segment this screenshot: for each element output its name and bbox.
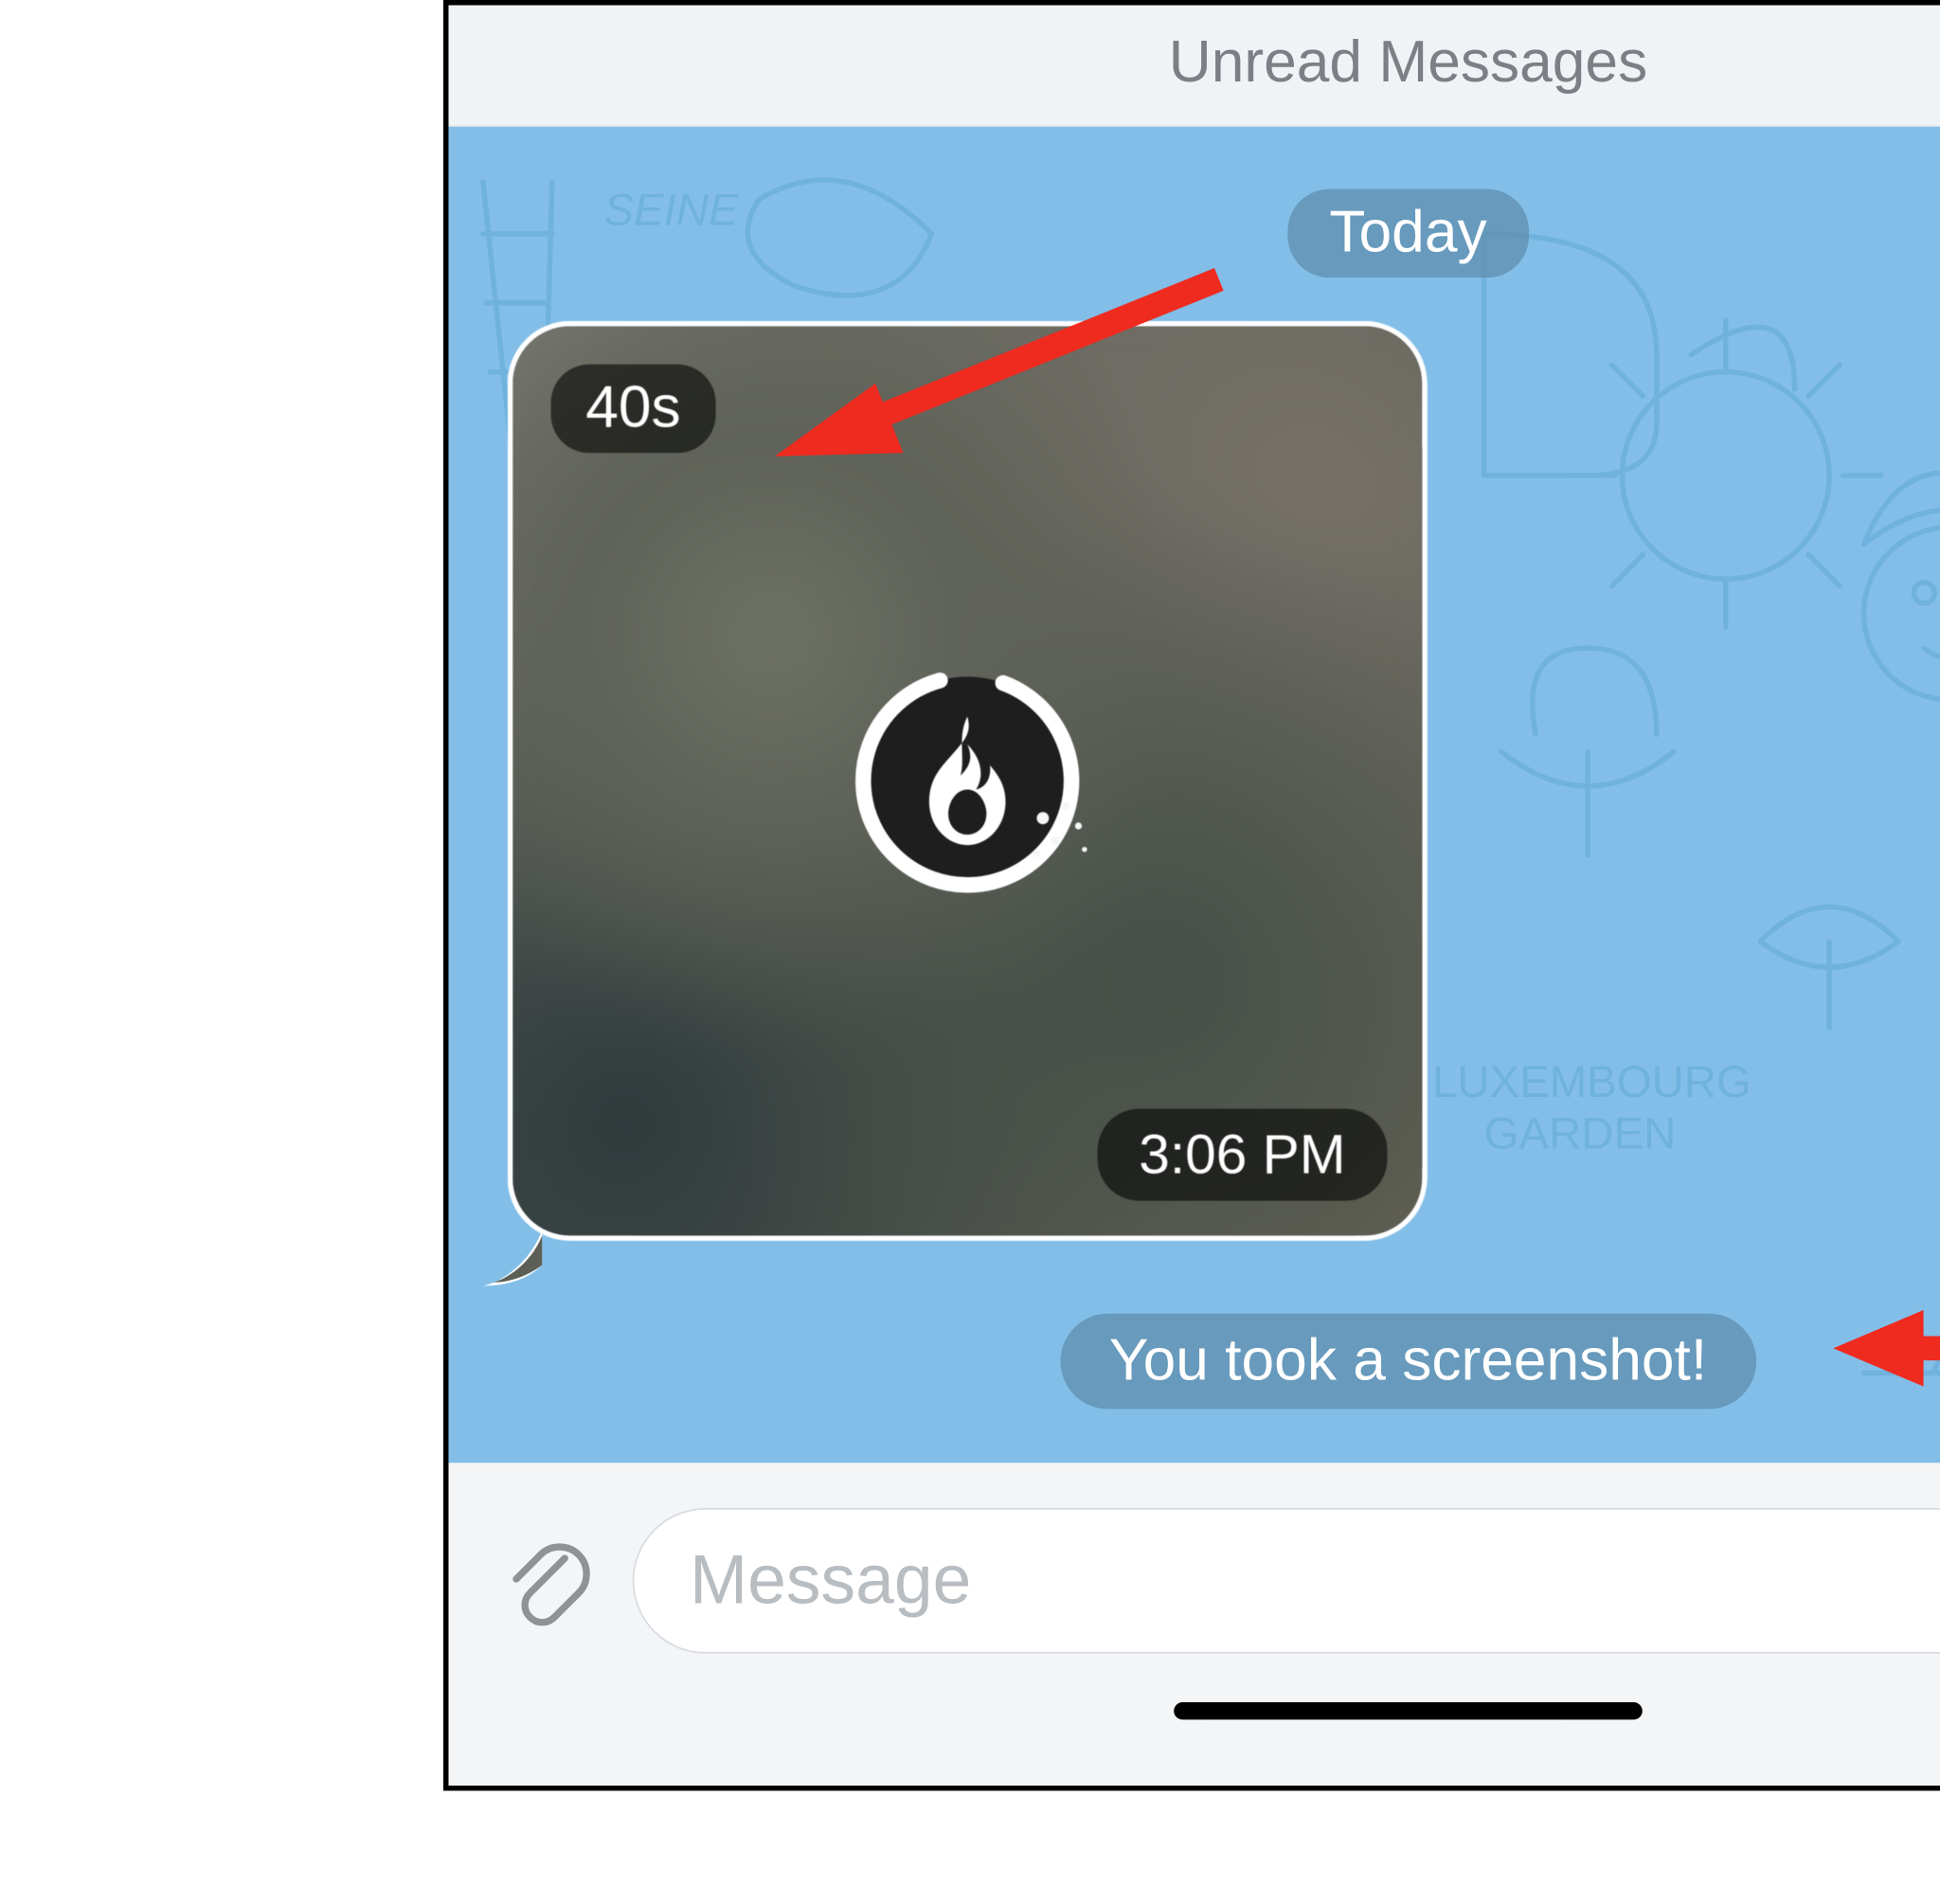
date-label: Today [1329,200,1486,266]
chat-area[interactable]: SEINE LUXEMBOURG GARDEN ST GERMAIN Tod [448,127,1940,1464]
svg-text:LUXEMBOURG: LUXEMBOURG [1432,1057,1751,1107]
svg-text:GARDEN: GARDEN [1484,1108,1677,1159]
chat-window-frame: Unread Messages SEINE LUXEMBOURG GARDEN [443,0,1940,1790]
message-timestamp: 3:06 PM [1139,1123,1345,1185]
message-composer-bar: Message [448,1463,1940,1688]
sparkle-particles [1030,801,1099,871]
system-message-text: You took a screenshot! [1109,1327,1707,1393]
message-time-badge: 3:06 PM [1097,1109,1387,1201]
incoming-message-bubble[interactable]: 40s [508,321,1428,1241]
home-indicator-area [448,1688,1940,1786]
message-placeholder: Message [690,1542,1940,1620]
unread-messages-label: Unread Messages [1169,29,1647,96]
self-destruct-photo[interactable]: 40s [508,321,1428,1241]
unread-messages-bar: Unread Messages [448,5,1940,126]
fire-timer-indicator [846,659,1088,902]
paperclip-icon [499,1534,593,1627]
self-destruct-timer-badge: 40s [551,365,716,453]
system-message-chip: You took a screenshot! [1061,1314,1756,1410]
home-indicator-bar[interactable] [1174,1702,1643,1719]
attach-button[interactable] [490,1525,601,1636]
date-separator-chip: Today [1287,189,1528,278]
timer-label: 40s [585,375,680,441]
message-input[interactable]: Message [633,1508,1940,1654]
svg-text:SEINE: SEINE [603,186,740,236]
